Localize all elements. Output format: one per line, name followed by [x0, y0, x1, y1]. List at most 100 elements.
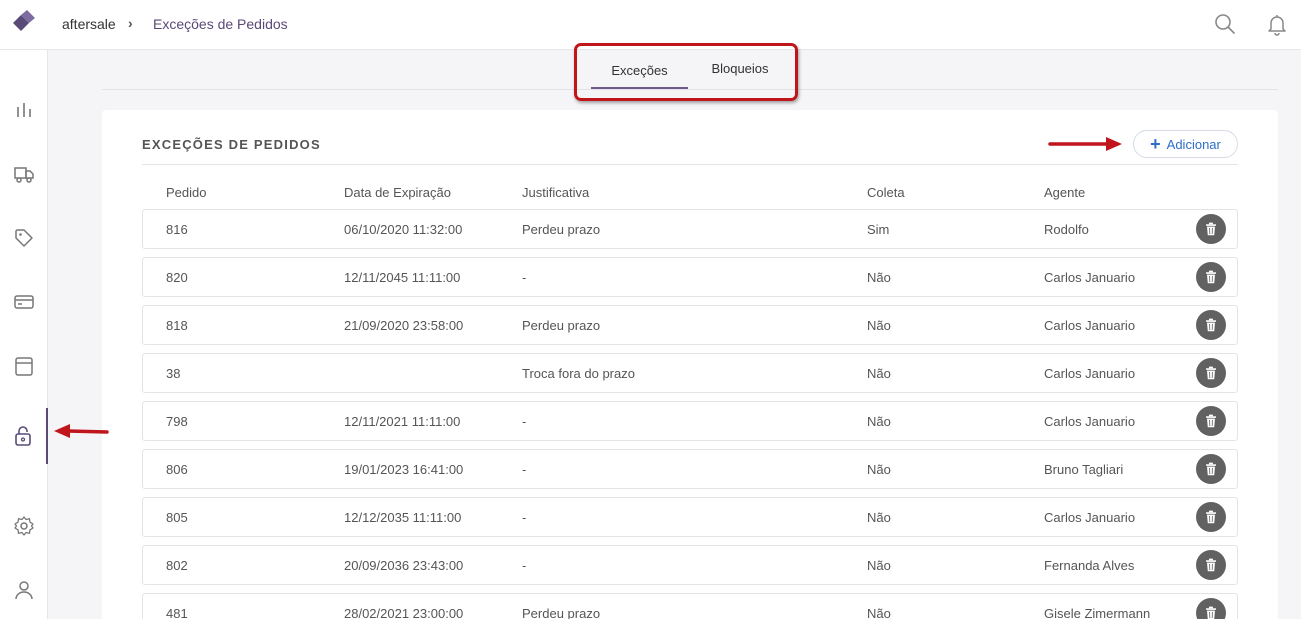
- cell-pedido: 805: [166, 510, 188, 525]
- annotation-arrow-right-icon: [1048, 137, 1122, 151]
- sidebar-item-shipping[interactable]: [0, 152, 48, 196]
- gear-icon: [14, 516, 34, 536]
- tab-bar: Exceções Bloqueios: [102, 50, 1278, 90]
- cell-coleta: Não: [867, 414, 891, 429]
- cell-pedido: 481: [166, 606, 188, 619]
- cell-coleta: Não: [867, 318, 891, 333]
- tag-icon: [15, 229, 33, 247]
- cell-agente: Rodolfo: [1044, 222, 1089, 237]
- cell-agente: Gisele Zimermann: [1044, 606, 1151, 619]
- sidebar: [0, 50, 48, 619]
- sidebar-item-tags[interactable]: [0, 216, 48, 260]
- truck-icon: [14, 167, 34, 183]
- delete-button[interactable]: [1196, 358, 1226, 388]
- sidebar-item-settings[interactable]: [0, 504, 48, 548]
- delete-button[interactable]: [1196, 598, 1226, 619]
- trash-icon: [1206, 606, 1216, 619]
- column-header-data-expiracao: Data de Expiração: [344, 185, 451, 200]
- sidebar-item-payments[interactable]: [0, 280, 48, 324]
- tab-excecoes[interactable]: Exceções: [591, 62, 688, 89]
- delete-button[interactable]: [1196, 310, 1226, 340]
- cell-pedido: 806: [166, 462, 188, 477]
- column-header-coleta: Coleta: [867, 185, 905, 200]
- sidebar-item-exceptions[interactable]: [0, 408, 48, 464]
- search-icon[interactable]: [1213, 12, 1237, 36]
- cell-coleta: Não: [867, 606, 891, 619]
- breadcrumb-current: Exceções de Pedidos: [153, 16, 288, 32]
- table-row[interactable]: 816 06/10/2020 11:32:00 Perdeu prazo Sim Rod…: [142, 209, 1238, 249]
- app-logo-icon[interactable]: [9, 10, 37, 36]
- trash-icon: [1206, 366, 1216, 380]
- divider: [142, 164, 1238, 165]
- card-title: EXCEÇÕES DE PEDIDOS: [142, 137, 321, 152]
- cell-agente: Carlos Januario: [1044, 270, 1136, 285]
- cell-pedido: 820: [166, 270, 188, 285]
- table-row[interactable]: 820 12/11/2045 11:11:00 - Não Carlos Januari…: [142, 257, 1238, 297]
- sidebar-item-products[interactable]: [0, 344, 48, 388]
- sidebar-item-reports[interactable]: [0, 88, 48, 132]
- table-row[interactable]: 806 19/01/2023 16:41:00 - Não Bruno Tagliari: [142, 449, 1238, 489]
- bar-chart-icon: [17, 103, 31, 117]
- delete-button[interactable]: [1196, 502, 1226, 532]
- cell-data-expiracao: 06/10/2020 11:32:00: [344, 222, 463, 237]
- column-header-agente: Agente: [1044, 185, 1086, 200]
- cell-justificativa: Perdeu prazo: [522, 318, 601, 333]
- exceptions-card: EXCEÇÕES DE PEDIDOS + Adicionar Pedido D…: [102, 110, 1278, 619]
- cell-data-expiracao: 21/09/2020 23:58:00: [344, 318, 464, 333]
- box-icon: [15, 357, 33, 376]
- breadcrumb-root[interactable]: aftersale: [62, 16, 116, 32]
- cell-data-expiracao: 20/09/2036 23:43:00: [344, 558, 464, 573]
- trash-icon: [1206, 222, 1216, 236]
- table-row[interactable]: 38 Troca fora do prazo Não Carlos Januario: [142, 353, 1238, 393]
- delete-button[interactable]: [1196, 406, 1226, 436]
- delete-button[interactable]: [1196, 214, 1226, 244]
- tab-bloqueios[interactable]: Bloqueios: [700, 61, 780, 76]
- trash-icon: [1206, 414, 1216, 428]
- cell-data-expiracao: 12/12/2035 11:11:00: [344, 510, 462, 525]
- cell-agente: Fernanda Alves: [1044, 558, 1135, 573]
- table-row[interactable]: 798 12/11/2021 11:11:00 - Não Carlos Januari…: [142, 401, 1238, 441]
- cell-agente: Bruno Tagliari: [1044, 462, 1124, 477]
- column-header-pedido: Pedido: [166, 185, 207, 200]
- cell-pedido: 818: [166, 318, 188, 333]
- trash-icon: [1206, 270, 1216, 284]
- trash-icon: [1206, 510, 1216, 524]
- cell-justificativa: -: [522, 558, 527, 573]
- cell-justificativa: Perdeu prazo: [522, 222, 601, 237]
- delete-button[interactable]: [1196, 454, 1226, 484]
- cell-justificativa: -: [522, 510, 527, 525]
- cell-data-expiracao: 12/11/2021 11:11:00: [344, 414, 461, 429]
- cell-agente: Carlos Januario: [1044, 510, 1136, 525]
- cell-coleta: Sim: [867, 222, 890, 237]
- table-row[interactable]: 802 20/09/2036 23:43:00 - Não Fernanda Alves: [142, 545, 1238, 585]
- cell-data-expiracao: 28/02/2021 23:00:00: [344, 606, 464, 619]
- table-row[interactable]: 481 28/02/2021 23:00:00 Perdeu prazo Não Gis…: [142, 593, 1238, 619]
- annotation-arrow-left-icon: [54, 424, 109, 438]
- breadcrumb-separator-icon: ›: [128, 15, 133, 31]
- cell-coleta: Não: [867, 510, 891, 525]
- add-button[interactable]: + Adicionar: [1133, 130, 1238, 158]
- table-row[interactable]: 805 12/12/2035 11:11:00 - Não Carlos Januari…: [142, 497, 1238, 537]
- cell-coleta: Não: [867, 558, 891, 573]
- trash-icon: [1206, 462, 1216, 476]
- sidebar-item-profile[interactable]: [0, 568, 48, 612]
- cell-justificativa: -: [522, 270, 527, 285]
- cell-justificativa: -: [522, 414, 527, 429]
- cell-justificativa: -: [522, 462, 527, 477]
- cell-agente: Carlos Januario: [1044, 414, 1136, 429]
- delete-button[interactable]: [1196, 550, 1226, 580]
- cell-coleta: Não: [867, 366, 891, 381]
- trash-icon: [1206, 318, 1216, 332]
- table-header: Pedido Data de Expiração Justificativa C…: [142, 185, 1238, 201]
- bell-icon[interactable]: [1265, 12, 1289, 36]
- cell-coleta: Não: [867, 270, 891, 285]
- table-row[interactable]: 818 21/09/2020 23:58:00 Perdeu prazo Não Car…: [142, 305, 1238, 345]
- cell-data-expiracao: 19/01/2023 16:41:00: [344, 462, 464, 477]
- user-icon: [15, 581, 33, 600]
- cell-pedido: 38: [166, 366, 181, 381]
- cell-justificativa: Perdeu prazo: [522, 606, 601, 619]
- cell-agente: Carlos Januario: [1044, 318, 1136, 333]
- cell-coleta: Não: [867, 462, 891, 477]
- unlock-icon: [15, 426, 31, 446]
- delete-button[interactable]: [1196, 262, 1226, 292]
